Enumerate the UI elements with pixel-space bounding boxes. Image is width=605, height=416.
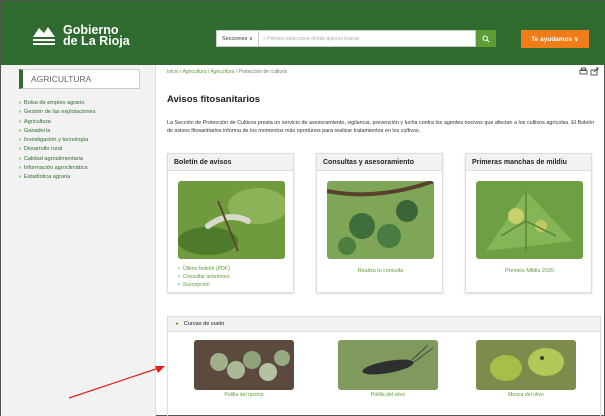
sidebar-item[interactable]: Información agroclimática [19,164,95,173]
logo-mark-icon [31,25,57,47]
breadcrumb-item[interactable]: Inicio [167,69,179,75]
card-link[interactable]: Realiza tu consulta [317,268,444,274]
sidebar-item[interactable]: Ganadería [19,127,95,136]
sidebar-item[interactable]: Bolsa de empleo agrario [19,99,95,108]
card-link[interactable]: Suscripción [178,281,230,289]
curvas-label[interactable]: Polilla del racimo [194,392,294,398]
help-button[interactable]: Te ayudamos ∨ [521,30,589,48]
card-boletin: Boletín de avisos Último boletín (PDF) C… [167,153,294,293]
image-mosca-olivo[interactable] [476,340,576,390]
curvas-item[interactable]: Polilla del olivo [338,340,438,398]
image-polilla-olivo[interactable] [338,340,438,390]
card-title: Consultas y asesoramiento [317,154,442,171]
card-title: Primeras manchas de mildiu [466,154,591,171]
breadcrumb-item[interactable]: Agricultura [183,69,207,75]
search-bar: Secciones ∨ < Primero seleccione dónde q… [216,30,496,47]
sidebar-item[interactable]: Desarrollo rural [19,145,95,154]
card-image-leaf[interactable] [476,181,583,259]
share-icon[interactable] [590,67,599,76]
card-image-fruits[interactable] [327,181,434,259]
breadcrumb-current: Protección de cultivos [238,69,288,75]
card-link[interactable]: Último boletín (PDF) [178,265,230,273]
breadcrumb-item[interactable]: Agricultura [210,69,234,75]
annotation-arrow [68,366,165,399]
curvas-item[interactable]: Mosca del olivo [476,340,576,398]
search-icon [482,35,490,43]
curvas-item[interactable]: Polilla del racimo [194,340,294,398]
card-title: Boletín de avisos [168,154,293,171]
sidebar-item[interactable]: Estadística agraria [19,173,95,182]
card-image-caterpillar[interactable] [178,181,285,259]
search-button[interactable] [476,30,496,47]
logo-line-2: de La Rioja [63,34,130,48]
sections-select[interactable]: Secciones ∨ [216,30,259,47]
print-icon[interactable] [579,67,588,75]
sidebar-item[interactable]: Gestión de las explotaciones [19,108,96,117]
breadcrumb: Inicio / Agricultura / Agricultura / Pro… [167,69,288,75]
card-mildiu: Primeras manchas de mildiu Premios Mildi… [465,153,592,293]
sidebar-title: AGRICULTURA [19,69,140,89]
page-title: Avisos fitosanitarios [167,94,261,105]
curvas-label[interactable]: Polilla del olivo [338,392,438,398]
image-racimo[interactable] [194,340,294,390]
curvas-panel: Curvas de vuelo Polilla del racimo Polil… [167,316,601,416]
card-consultas: Consultas y asesoramiento Realiza tu con… [316,153,443,293]
site-logo[interactable]: Gobierno de La Rioja [31,24,130,48]
site-header: Gobierno de La Rioja Secciones ∨ < Prime… [1,1,605,65]
curvas-title[interactable]: Curvas de vuelo [168,317,600,332]
sidebar-item[interactable]: Calidad agroalimentaria [19,155,95,164]
page-tools [579,67,599,78]
intro-text: La Sección de Protección de Cultivos pre… [167,120,595,134]
sidebar-item[interactable]: Agricultura [19,118,95,127]
curvas-label[interactable]: Mosca del olivo [476,392,576,398]
card-link[interactable]: Premios Mildiu 2020 [466,268,593,274]
sidebar-item[interactable]: Investigación y tecnología [19,136,95,145]
card-link[interactable]: Consultar anteriores [178,273,230,281]
search-input[interactable]: < Primero seleccione dónde quieres busca… [259,30,476,47]
